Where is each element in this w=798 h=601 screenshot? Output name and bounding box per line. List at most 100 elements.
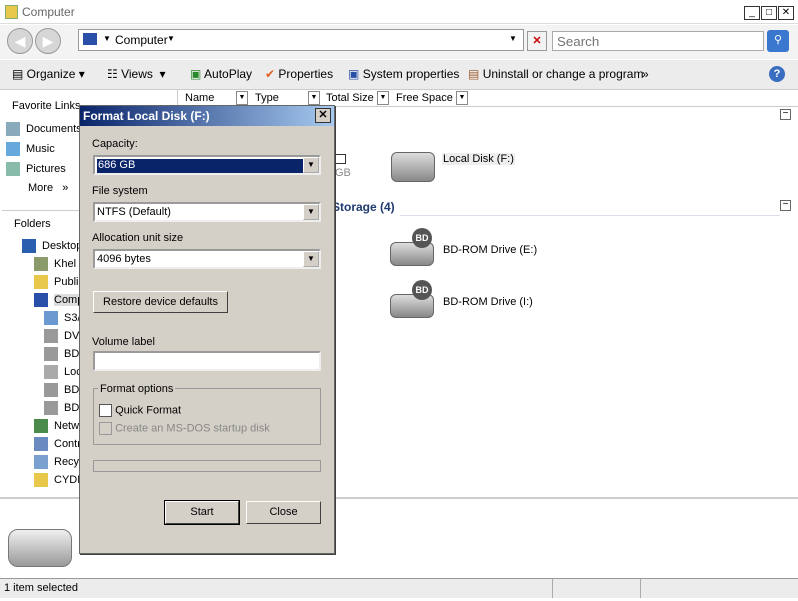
start-button[interactable]: Start xyxy=(164,500,240,525)
column-free-space-dropdown[interactable]: ▼ xyxy=(456,91,468,105)
pictures-icon xyxy=(6,162,20,176)
favorite-music[interactable]: Music xyxy=(6,142,55,156)
quick-format-checkbox[interactable]: Quick Format xyxy=(99,404,181,417)
autoplay-icon: ▣ xyxy=(190,67,202,81)
documents-icon xyxy=(6,122,20,136)
status-bar: 1 item selected xyxy=(0,578,798,598)
format-progress-bar xyxy=(93,460,321,472)
back-button[interactable]: ◀ xyxy=(7,28,33,54)
folder-tree-item[interactable]: Netw xyxy=(34,419,79,433)
folder-tree-item[interactable]: Publi xyxy=(34,275,78,289)
volume-label-label: Volume label xyxy=(92,336,155,348)
restore-defaults-button[interactable]: Restore device defaults xyxy=(93,291,228,313)
forward-button[interactable]: ▶ xyxy=(35,28,61,54)
views-button[interactable]: ☷ Views ▾ xyxy=(107,67,166,81)
folder-tree-item[interactable]: Contr xyxy=(34,437,81,451)
allocation-label: Allocation unit size xyxy=(92,232,184,244)
command-bar: ▤ Organize ▾ ☷ Views ▾ ▣ AutoPlay ✔ Prop… xyxy=(0,60,798,90)
autoplay-button[interactable]: ▣ AutoPlay xyxy=(190,67,252,81)
folder-tree-item[interactable]: Loc xyxy=(44,365,82,379)
window-title: Computer xyxy=(22,5,75,19)
collapse-group-button[interactable]: − xyxy=(780,109,791,120)
msdos-startup-checkbox: Create an MS-DOS startup disk xyxy=(99,422,270,435)
search-icon[interactable]: ⚲ xyxy=(767,30,789,52)
favorite-pictures[interactable]: Pictures xyxy=(6,162,66,176)
folder-icon xyxy=(34,293,48,307)
folder-tree-item[interactable]: S3/ xyxy=(44,311,81,325)
format-options-title: Format options xyxy=(98,383,176,395)
dialog-close-btn[interactable]: Close xyxy=(246,501,321,524)
column-free-space[interactable]: Free Space xyxy=(396,92,453,104)
column-total-size[interactable]: Total Size xyxy=(326,92,374,104)
folder-icon xyxy=(44,329,58,343)
folder-tree-item[interactable]: BD- xyxy=(44,383,83,397)
system-properties-button[interactable]: ▣ System properties xyxy=(348,67,459,81)
search-input[interactable] xyxy=(552,31,764,51)
refresh-stop-icon[interactable]: ✕ xyxy=(527,31,547,51)
folder-tree-item[interactable]: BD- xyxy=(44,347,83,361)
favorite-links-title: Favorite Links xyxy=(12,100,81,112)
check-icon: ✔ xyxy=(265,67,276,81)
folder-tree-item[interactable]: DVI xyxy=(44,329,82,343)
favorite-documents[interactable]: Documents xyxy=(6,122,82,136)
dialog-close-button[interactable]: ✕ xyxy=(315,108,331,123)
maximize-button[interactable]: □ xyxy=(761,6,777,20)
programs-icon: ▤ xyxy=(468,67,480,81)
folder-tree-item[interactable]: Recy xyxy=(34,455,79,469)
folder-tree-item[interactable]: BD- xyxy=(44,401,83,415)
status-text: 1 item selected xyxy=(4,582,78,594)
bd-rom-drive-e[interactable]: BD BD-ROM Drive (E:) xyxy=(390,228,537,268)
folder-icon xyxy=(44,347,58,361)
address-bar[interactable]: ▼ Computer ▼ ▼ xyxy=(78,29,524,51)
folder-icon xyxy=(44,311,58,325)
more-toolbar-button[interactable]: » xyxy=(642,67,649,81)
folder-icon xyxy=(34,437,48,451)
column-total-size-dropdown[interactable]: ▼ xyxy=(377,91,389,105)
chevron-down-icon: ▼ xyxy=(303,204,319,220)
title-bar: Computer _ □ ✕ xyxy=(0,0,798,24)
folder-tree-item[interactable]: Desktop xyxy=(22,239,82,253)
column-type-dropdown[interactable]: ▼ xyxy=(308,91,320,105)
minimize-button[interactable]: _ xyxy=(744,6,760,20)
volume-label-input[interactable] xyxy=(93,351,321,371)
collapse-group-button[interactable]: − xyxy=(780,200,791,211)
uninstall-button[interactable]: ▤ Uninstall or change a program xyxy=(468,67,643,81)
folder-icon xyxy=(34,473,48,487)
allocation-select[interactable]: 4096 bytes ▼ xyxy=(93,249,321,269)
column-name[interactable]: Name xyxy=(185,92,214,104)
file-system-label: File system xyxy=(92,185,148,197)
column-name-dropdown[interactable]: ▼ xyxy=(236,91,248,105)
capacity-select[interactable]: 686 GB ▼ xyxy=(93,155,321,175)
bd-rom-drive-i[interactable]: BD BD-ROM Drive (I:) xyxy=(390,280,533,320)
breadcrumb-computer[interactable]: Computer xyxy=(115,33,168,47)
close-button[interactable]: ✕ xyxy=(778,6,794,20)
local-disk-f[interactable]: Local Disk (F:) xyxy=(442,153,515,165)
favorites-more[interactable]: More » xyxy=(28,182,68,194)
address-dropdown[interactable]: ▼ xyxy=(509,34,517,43)
address-bar-row: ◀ ▶ ▼ Computer ▼ ▼ ✕ ⚲ xyxy=(0,25,798,59)
folder-icon xyxy=(34,419,48,433)
folder-icon xyxy=(44,365,58,379)
column-type[interactable]: Type xyxy=(255,92,279,104)
system-icon: ▣ xyxy=(348,67,360,81)
folder-icon xyxy=(22,239,36,253)
help-icon[interactable]: ? xyxy=(769,66,785,82)
file-system-select[interactable]: NTFS (Default) ▼ xyxy=(93,202,321,222)
capacity-label: Capacity: xyxy=(92,138,138,150)
hard-disk-icon[interactable] xyxy=(391,152,435,182)
properties-button[interactable]: ✔ Properties xyxy=(265,67,333,81)
organize-button[interactable]: ▤ Organize ▾ xyxy=(12,67,85,81)
chevron-down-icon: ▼ xyxy=(303,251,319,267)
folder-icon xyxy=(34,455,48,469)
dialog-title-bar: Format Local Disk (F:) ✕ xyxy=(80,106,334,126)
chevron-down-icon: ▼ xyxy=(303,157,319,173)
folders-title: Folders xyxy=(14,218,51,230)
hdd-size-partial: GB xyxy=(335,167,351,179)
group-header-removable: Storage (4) xyxy=(332,200,395,214)
folder-icon xyxy=(44,383,58,397)
folder-icon xyxy=(5,5,18,19)
folder-tree-item[interactable]: CYDE xyxy=(34,473,85,487)
folder-icon xyxy=(34,275,48,289)
folder-tree-item[interactable]: Khel xyxy=(34,257,76,271)
folder-tree-item[interactable]: Comp xyxy=(34,293,84,307)
